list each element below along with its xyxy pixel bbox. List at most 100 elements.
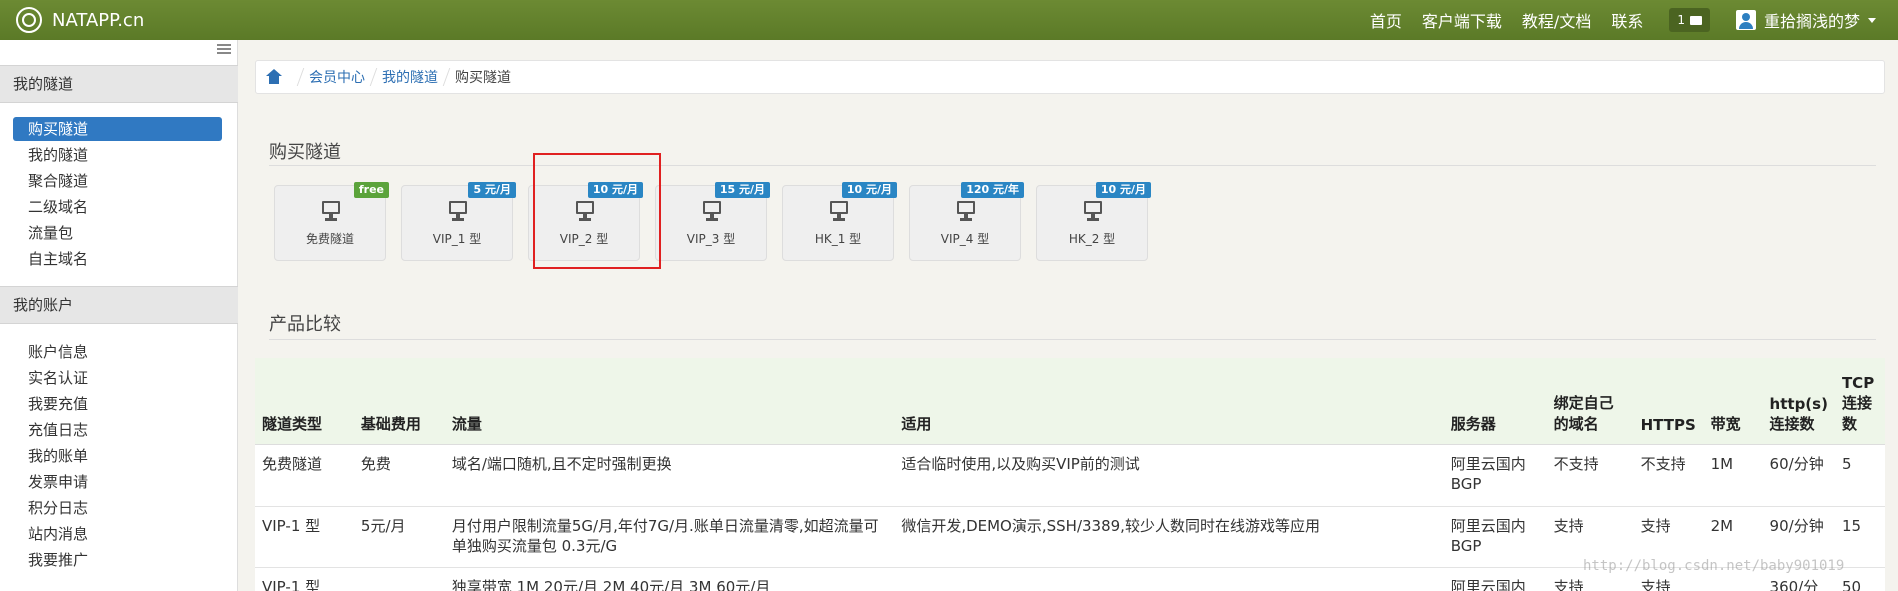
brand-name: NATAPP.cn [52, 9, 145, 31]
table-header: http(s)连接数 [1762, 358, 1835, 445]
computer-icon [830, 201, 848, 223]
table-header: TCP连接数 [1834, 358, 1885, 445]
price-badge: free [353, 182, 389, 198]
sidebar-item-recharge[interactable]: 我要充值 [13, 392, 222, 416]
sidebar-item-messages[interactable]: 站内消息 [13, 522, 222, 546]
brand[interactable]: NATAPP.cn [16, 7, 144, 33]
table-header: 绑定自己的域名 [1546, 358, 1634, 445]
sidebar-item-traffic-pack[interactable]: 流量包 [13, 221, 222, 245]
table-header: 流量 [444, 358, 895, 445]
breadcrumb-member-center[interactable]: 会员中心 [309, 67, 365, 87]
sidebar-item-verification[interactable]: 实名认证 [13, 366, 222, 390]
table-cell: 不支持 [1633, 444, 1704, 507]
message-count: 1 [1677, 13, 1685, 27]
table-cell [353, 567, 445, 591]
sidebar-toggle-icon[interactable] [217, 44, 231, 54]
table-header: 隧道类型 [255, 358, 354, 445]
table-cell: 5 [1834, 444, 1885, 507]
top-navbar: NATAPP.cn 首页 客户端下载 教程/文档 联系 1 重拾搁浅的梦 [0, 0, 1898, 40]
compare-heading: 产品比较 [269, 314, 341, 335]
buy-tunnel-heading: 购买隧道 [269, 142, 341, 163]
sidebar-section-tunnels[interactable]: 我的隧道 [0, 65, 238, 103]
table-cell [894, 567, 1444, 591]
table-header: 适用 [894, 358, 1444, 445]
computer-icon [1084, 201, 1102, 223]
sidebar-item-subdomain[interactable]: 二级域名 [13, 195, 222, 219]
username: 重拾搁浅的梦 [1763, 12, 1860, 31]
plan-vip2[interactable]: 10 元/月 VIP_2 型 [528, 182, 643, 261]
plan-name: HK_2 型 [1068, 232, 1116, 246]
breadcrumb: 会员中心 我的隧道 购买隧道 [255, 60, 1885, 94]
price-badge: 10 元/月 [1095, 182, 1151, 198]
price-badge: 15 元/月 [714, 182, 770, 198]
table-header: HTTPS [1633, 358, 1704, 445]
plan-vip4[interactable]: 120 元/年 VIP_4 型 [909, 182, 1024, 261]
nav-home[interactable]: 首页 [1370, 8, 1402, 32]
breadcrumb-separator [369, 68, 378, 86]
table-cell: 免费隧道 [255, 444, 354, 507]
sidebar-item-my-tunnels[interactable]: 我的隧道 [13, 143, 222, 167]
table-cell: 微信开发,DEMO演示,SSH/3389,较少人数同时在线游戏等应用 [894, 506, 1444, 568]
plan-vip3[interactable]: 15 元/月 VIP_3 型 [655, 182, 770, 261]
table-header-row: 隧道类型 基础费用 流量 适用 服务器 绑定自己的域名 HTTPS 带宽 htt… [255, 358, 1885, 445]
watermark: http://blog.csdn.net/baby901019 [1583, 558, 1845, 574]
sidebar-item-buy-tunnel[interactable]: 购买隧道 [13, 117, 222, 141]
computer-icon [322, 201, 340, 223]
table-cell: 1M [1703, 444, 1763, 507]
plan-hk1[interactable]: 10 元/月 HK_1 型 [782, 182, 897, 261]
sidebar-item-account-info[interactable]: 账户信息 [13, 340, 222, 364]
sidebar-item-aggregate-tunnels[interactable]: 聚合隧道 [13, 169, 222, 193]
table-row: 免费隧道 免费 域名/端口随机,且不定时强制更换 适合临时使用,以及购买VIP前… [255, 444, 1885, 507]
plan-free[interactable]: free 免费隧道 [274, 182, 389, 261]
sidebar-item-invoice[interactable]: 发票申请 [13, 470, 222, 494]
plan-vip1[interactable]: 5 元/月 VIP_1 型 [401, 182, 516, 261]
divider [269, 339, 1876, 340]
computer-icon [703, 201, 721, 223]
table-cell: 5元/月 [353, 506, 445, 568]
price-badge: 10 元/月 [587, 182, 643, 198]
sidebar-section-account[interactable]: 我的账户 [0, 286, 238, 324]
sidebar-item-referral[interactable]: 我要推广 [13, 548, 222, 572]
natapp-logo-icon [16, 7, 42, 33]
nav-docs[interactable]: 教程/文档 [1522, 8, 1591, 32]
envelope-icon [1689, 15, 1702, 25]
chevron-down-icon [1868, 17, 1876, 23]
nav-contact[interactable]: 联系 [1611, 8, 1643, 32]
sidebar-item-points-log[interactable]: 积分日志 [13, 496, 222, 520]
user-menu[interactable]: 重拾搁浅的梦 [1735, 8, 1876, 32]
sidebar-item-bills[interactable]: 我的账单 [13, 444, 222, 468]
sidebar-item-custom-domain[interactable]: 自主域名 [13, 247, 222, 271]
price-badge: 10 元/月 [841, 182, 897, 198]
sidebar-item-recharge-log[interactable]: 充值日志 [13, 418, 222, 442]
table-cell: 阿里云国内 [1443, 567, 1547, 591]
table-cell: 月付用户限制流量5G/月,年付7G/月.账单日流量清零,如超流量可单独购买流量包… [444, 506, 895, 568]
computer-icon [576, 201, 594, 223]
breadcrumb-separator [442, 68, 451, 86]
computer-icon [957, 201, 975, 223]
nav-client-download[interactable]: 客户端下载 [1422, 8, 1502, 32]
table-cell: 阿里云国内BGP [1443, 444, 1547, 507]
table-cell: 60/分钟 [1762, 444, 1835, 507]
main-content: 会员中心 我的隧道 购买隧道 购买隧道 free 免费隧道 5 元/月 VIP_… [238, 40, 1898, 591]
table-cell: VIP-1 型 [255, 567, 354, 591]
breadcrumb-current: 购买隧道 [455, 70, 511, 86]
sidebar: 我的隧道 购买隧道 我的隧道 聚合隧道 二级域名 流量包 自主域名 我的账户 账… [0, 40, 238, 591]
computer-icon [449, 201, 467, 223]
plan-name: VIP_2 型 [559, 232, 609, 246]
breadcrumb-separator [296, 68, 305, 86]
table-cell: 适合临时使用,以及购买VIP前的测试 [894, 444, 1444, 507]
table-cell: 免费 [353, 444, 445, 507]
table-header: 服务器 [1443, 358, 1547, 445]
table-cell: 阿里云国内BGP [1443, 506, 1547, 568]
plan-hk2[interactable]: 10 元/月 HK_2 型 [1036, 182, 1151, 261]
nav-right: 首页 客户端下载 教程/文档 联系 1 重拾搁浅的梦 [1350, 0, 1876, 40]
plan-name: 免费隧道 [305, 232, 354, 246]
messages-button[interactable]: 1 [1669, 8, 1710, 32]
table-cell: VIP-1 型 [255, 506, 354, 568]
price-badge: 5 元/月 [468, 182, 516, 198]
home-icon[interactable] [266, 69, 282, 85]
table-cell: 域名/端口随机,且不定时强制更换 [444, 444, 895, 507]
breadcrumb-my-tunnels[interactable]: 我的隧道 [382, 67, 438, 87]
divider [269, 165, 1876, 166]
table-header: 带宽 [1703, 358, 1763, 445]
